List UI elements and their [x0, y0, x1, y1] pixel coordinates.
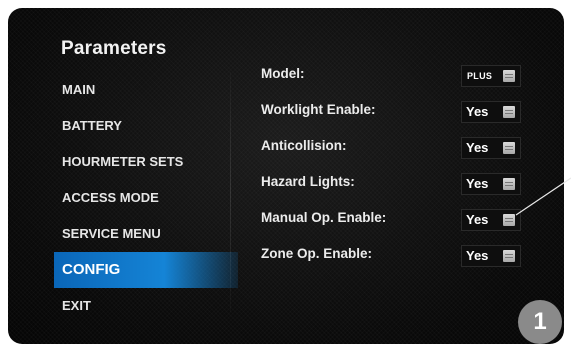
list-icon [503, 178, 515, 190]
menu-item-battery[interactable]: BATTERY [54, 108, 238, 144]
param-value-text: Yes [466, 104, 489, 119]
param-label: Zone Op. Enable: [261, 246, 373, 261]
panel-divider [230, 72, 231, 312]
anticollision-selector[interactable]: Yes [461, 137, 521, 159]
zone-op-enable-selector[interactable]: Yes [461, 245, 521, 267]
manual-op-enable-selector[interactable]: Yes [461, 209, 521, 231]
param-value-text: Yes [466, 248, 489, 263]
param-label: Anticollision: [261, 138, 347, 153]
param-label: Hazard Lights: [261, 174, 355, 189]
menu-item-access-mode[interactable]: ACCESS MODE [54, 180, 238, 216]
list-icon [503, 214, 515, 226]
list-icon [503, 250, 515, 262]
param-value-text: Yes [466, 212, 489, 227]
param-value-text: Yes [466, 140, 489, 155]
page-title: Parameters [61, 38, 167, 59]
param-row-zone-op-enable: Zone Op. Enable: Yes [261, 242, 541, 278]
menu-item-config[interactable]: CONFIG [54, 252, 238, 288]
param-value-text: Yes [466, 176, 489, 191]
param-row-anticollision: Anticollision: Yes [261, 134, 541, 170]
param-row-manual-op-enable: Manual Op. Enable: Yes [261, 206, 541, 242]
param-row-hazard-lights: Hazard Lights: Yes [261, 170, 541, 206]
callout-number-badge: 1 [518, 300, 562, 344]
param-row-model: Model: PLUS [261, 62, 541, 98]
menu-item-main[interactable]: MAIN [54, 72, 238, 108]
param-label: Manual Op. Enable: [261, 210, 387, 225]
worklight-enable-selector[interactable]: Yes [461, 101, 521, 123]
list-icon [503, 70, 515, 82]
menu-item-hourmeter-sets[interactable]: HOURMETER SETS [54, 144, 238, 180]
parameters-screen: Parameters MAIN BATTERY HOURMETER SETS A… [8, 8, 564, 344]
parameter-list: Model: PLUS Worklight Enable: Yes Antico… [261, 62, 541, 278]
list-icon [503, 142, 515, 154]
model-value-selector[interactable]: PLUS [461, 65, 521, 87]
param-label: Model: [261, 66, 305, 81]
sidebar-menu: MAIN BATTERY HOURMETER SETS ACCESS MODE … [54, 72, 238, 324]
param-label: Worklight Enable: [261, 102, 376, 117]
menu-item-exit[interactable]: EXIT [54, 288, 238, 324]
hazard-lights-selector[interactable]: Yes [461, 173, 521, 195]
list-icon [503, 106, 515, 118]
param-row-worklight-enable: Worklight Enable: Yes [261, 98, 541, 134]
menu-item-service-menu[interactable]: SERVICE MENU [54, 216, 238, 252]
param-value-text: PLUS [467, 71, 493, 81]
